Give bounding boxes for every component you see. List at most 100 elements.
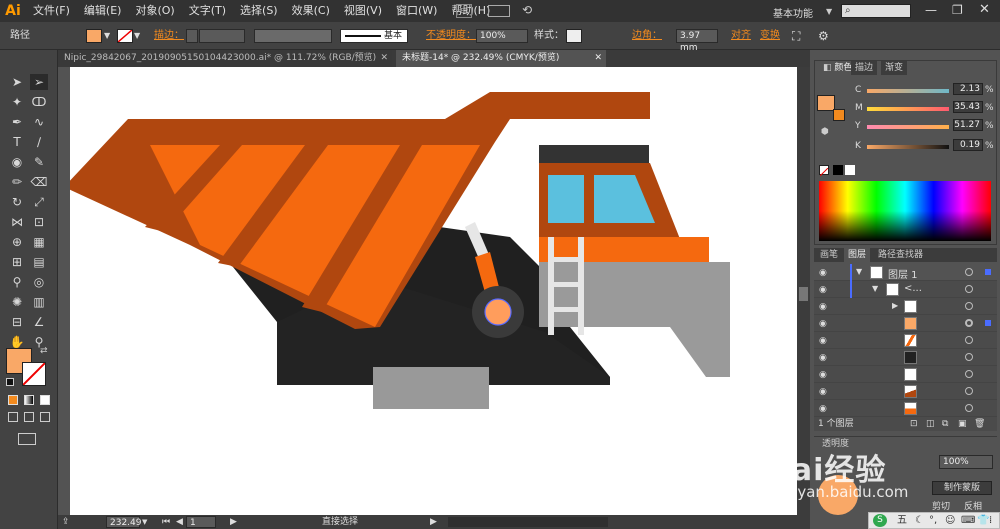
width-tool-icon[interactable]: ⋈ [8, 214, 26, 230]
punctuation-icon[interactable]: °, [929, 513, 937, 528]
magenta-value[interactable]: 35.43 [953, 101, 983, 113]
tab-document-2[interactable]: 未标题-14* @ 232.49% (CMYK/预览) ✕ [396, 50, 606, 67]
target-circle-icon[interactable] [965, 404, 973, 412]
horizontal-scrollbar[interactable] [448, 517, 608, 527]
shape-builder-tool-icon[interactable]: ⊕ [8, 234, 26, 250]
menu-file[interactable]: 文件(F) [26, 0, 77, 22]
stroke-color-box[interactable] [22, 362, 46, 386]
cyan-value[interactable]: 2.13 [953, 83, 983, 95]
menu-object[interactable]: 对象(O) [128, 0, 181, 22]
selection-tool-icon[interactable]: ➤ [8, 74, 26, 90]
color-spectrum[interactable] [819, 181, 991, 241]
next-artboard-icon[interactable]: ▶ [230, 515, 237, 529]
color-mode-icon[interactable] [8, 395, 18, 405]
artboard-tool-icon[interactable]: ⊟ [8, 314, 26, 330]
visibility-eye-icon[interactable]: ◉ [819, 353, 827, 363]
stroke-swatch[interactable] [117, 29, 133, 43]
black-swatch[interactable] [833, 165, 843, 175]
visibility-eye-icon[interactable]: ◉ [819, 302, 827, 312]
curvature-tool-icon[interactable]: ∿ [30, 114, 48, 130]
none-mode-icon[interactable] [40, 395, 50, 405]
group-name[interactable]: <... [904, 283, 922, 294]
layer-row[interactable]: ◉ [814, 400, 997, 417]
expand-arrow-icon[interactable]: ▶ [892, 301, 898, 310]
eyedropper-tool-icon[interactable]: ⚲ [8, 274, 26, 290]
blend-tool-icon[interactable]: ◎ [30, 274, 48, 290]
corner-link[interactable]: 边角： [632, 28, 662, 44]
new-layer-icon[interactable]: ▣ [958, 417, 967, 431]
stroke-weight-field[interactable] [199, 29, 245, 43]
menu-effect[interactable]: 效果(C) [285, 0, 337, 22]
pencil-tool-icon[interactable]: ✏ [8, 174, 26, 190]
menu-type[interactable]: 文字(T) [182, 0, 233, 22]
lasso-tool-icon[interactable]: ↀ [30, 94, 48, 110]
layer-row[interactable]: ◉ [814, 366, 997, 383]
chevron-down-icon[interactable]: ▼ [134, 28, 140, 44]
magic-wand-tool-icon[interactable]: ✦ [8, 94, 26, 110]
opacity-field[interactable]: 100% [476, 29, 528, 43]
chevron-down-icon[interactable]: ▼ [104, 28, 110, 44]
screen-mode-icon[interactable] [18, 433, 36, 445]
stroke-stepper[interactable] [186, 29, 198, 43]
target-circle-icon[interactable] [965, 268, 973, 276]
magenta-slider[interactable] [867, 107, 949, 111]
first-artboard-icon[interactable]: ⏮ [162, 515, 170, 529]
rectangle-tool-icon[interactable]: ◉ [8, 154, 26, 170]
tab-layers[interactable]: 图层 [844, 248, 871, 262]
gradient-mode-icon[interactable] [24, 395, 34, 405]
layer-row[interactable]: ◉ [814, 349, 997, 366]
shirt-icon[interactable]: 👕 [977, 513, 989, 528]
black-value[interactable]: 0.19 [953, 139, 983, 151]
visibility-eye-icon[interactable]: ◉ [819, 285, 827, 295]
new-sublayer-icon[interactable]: ⧉ [942, 417, 948, 431]
close-icon[interactable]: ✕ [594, 50, 602, 67]
options-icon[interactable]: ⚙ [818, 28, 829, 44]
target-circle-icon[interactable] [965, 353, 973, 361]
opacity-link[interactable]: 不透明度： [426, 28, 476, 44]
variable-width-profile[interactable] [254, 29, 332, 43]
draw-inside-icon[interactable] [40, 412, 50, 422]
maximize-icon[interactable]: ❐ [952, 3, 963, 17]
target-circle-icon[interactable] [965, 387, 973, 395]
collapse-arrow-icon[interactable]: ▼ [856, 267, 862, 276]
out-of-gamut-icon[interactable]: ⬢ [821, 127, 829, 137]
ime-logo-icon[interactable]: S [873, 514, 887, 527]
color-stroke-box[interactable] [833, 109, 845, 121]
delete-icon[interactable]: 🗑 [974, 417, 985, 431]
tab-document-1[interactable]: Nipic_29842067_20190905150104423000.ai* … [58, 50, 392, 67]
tab-pathfinder[interactable]: 路径查找器 [874, 248, 927, 262]
column-graph-tool-icon[interactable]: ▥ [30, 294, 48, 310]
close-icon[interactable]: ✕ [979, 2, 990, 17]
make-clip-mask-icon[interactable]: ◫ [926, 417, 935, 431]
black-slider[interactable] [867, 145, 949, 149]
artboard-number-field[interactable]: 1 [186, 516, 216, 528]
menu-window[interactable]: 窗口(W) [389, 0, 444, 22]
white-swatch[interactable] [845, 165, 855, 175]
default-colors-icon[interactable] [6, 378, 14, 386]
arrange-documents-icon[interactable] [488, 5, 510, 17]
mesh-tool-icon[interactable]: ⊞ [8, 254, 26, 270]
yellow-value[interactable]: 51.27 [953, 119, 983, 131]
draw-behind-icon[interactable] [24, 412, 34, 422]
brush-definition[interactable]: 基本 [340, 29, 408, 43]
previous-artboard-icon[interactable]: ◀ [176, 515, 183, 529]
tab-brushes[interactable]: 画笔 [816, 248, 842, 262]
layer-row[interactable]: ◉ ▶ [814, 298, 997, 315]
gradient-tool-icon[interactable]: ▤ [30, 254, 48, 270]
symbol-sprayer-tool-icon[interactable]: ✺ [8, 294, 26, 310]
pen-tool-icon[interactable]: ✒ [8, 114, 26, 130]
visibility-eye-icon[interactable]: ◉ [819, 404, 827, 414]
rotate-tool-icon[interactable]: ↻ [8, 194, 26, 210]
cyan-slider[interactable] [867, 89, 949, 93]
layer-name[interactable]: 图层 1 [888, 266, 918, 281]
layer-row[interactable]: ◉ [814, 315, 997, 332]
target-circle-icon[interactable] [965, 285, 973, 293]
zoom-field[interactable]: 232.49 [106, 516, 142, 528]
status-menu-arrow-icon[interactable]: ▶ [430, 515, 437, 529]
chevron-down-icon[interactable]: ▼ [142, 515, 147, 529]
menu-select[interactable]: 选择(S) [233, 0, 285, 22]
slice-tool-icon[interactable]: ∠ [30, 314, 48, 330]
grid-icon[interactable]: ⁞ [989, 513, 992, 528]
ime-mode-label[interactable]: 五 [897, 513, 907, 528]
collapse-arrow-icon[interactable]: ▼ [872, 284, 878, 293]
